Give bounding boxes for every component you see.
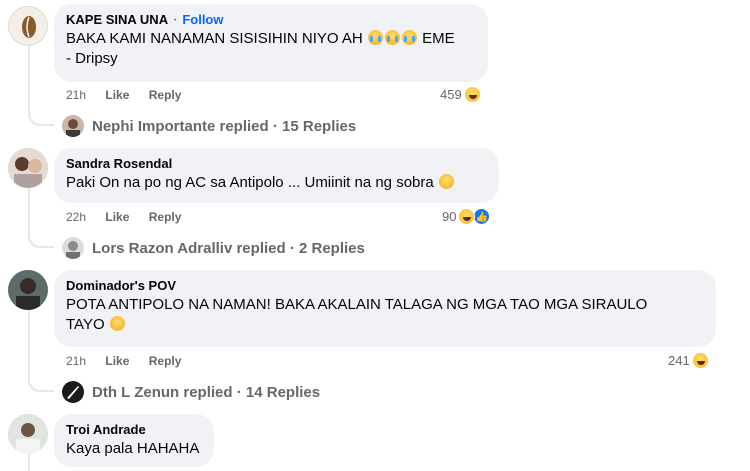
comment-actions: 21h Like Reply [66,354,197,368]
reply-summary: Lors Razon Adralliv replied · 2 Replies [92,239,365,257]
thread-line [28,452,30,471]
thread-line [28,40,30,116]
comment-text: BAKA KAMI NANAMAN SISISIHIN NIYO AH EME [66,29,476,49]
hot-face-emoji-icon [438,174,454,189]
view-replies-link[interactable]: Nephi Importante replied · 15 Replies [62,115,356,137]
reaction-count: 241 [668,353,690,368]
thread-curve [28,378,54,392]
reaction-summary[interactable]: 90 👍 [442,208,491,225]
comment-text-part: TAYO [66,316,105,333]
comment-bubble: Sandra Rosendal Paki On na po ng AC sa A… [54,148,499,203]
crying-emoji-icon [384,30,400,45]
comment-text-part: Paki On na po ng AC sa Antipolo ... Umii… [66,174,434,191]
comment-text: Kaya pala HAHAHA [66,440,200,457]
reaction-summary[interactable]: 459 [440,86,481,103]
reply-button[interactable]: Reply [149,88,182,102]
comment-author[interactable]: Dominador's POV [66,277,704,295]
thread-line [28,184,30,238]
thread-curve [28,112,54,126]
thread-curve [28,234,54,248]
avatar [62,381,84,403]
comment-text-line: TAYO [66,315,704,335]
avatar [62,115,84,137]
view-replies-link[interactable]: Lors Razon Adralliv replied · 2 Replies [62,237,365,259]
avatar [62,237,84,259]
comment-actions: 22h Like Reply [66,210,197,224]
grinning-emoji-icon [109,316,125,331]
crying-emoji-icon [367,30,383,45]
comment-text: Paki On na po ng AC sa Antipolo ... Umii… [66,173,487,193]
comment-bubble: KAPE SINA UNA · Follow BAKA KAMI NANAMAN… [54,4,488,82]
haha-reaction-icon [691,352,709,369]
comment-author[interactable]: Sandra Rosendal [66,155,487,173]
like-button[interactable]: Like [105,354,129,368]
reply-summary: Dth L Zenun replied · 14 Replies [92,383,321,401]
reaction-summary[interactable]: 241 [668,352,709,369]
comment-author[interactable]: Troi Andrade [66,421,202,439]
comment-time[interactable]: 21h [66,354,86,368]
follow-button[interactable]: Follow [182,12,223,27]
comment-time[interactable]: 22h [66,210,86,224]
comment-text-part: BAKA KAMI NANAMAN SISISIHIN NIYO AH [66,30,367,47]
reaction-count: 459 [440,87,462,102]
reply-button[interactable]: Reply [149,210,182,224]
like-button[interactable]: Like [105,88,129,102]
avatar[interactable] [8,148,48,188]
comment-time[interactable]: 21h [66,88,86,102]
reply-summary: Nephi Importante replied · 15 Replies [92,117,357,135]
thread-line [28,308,30,382]
comment-bubble: Troi Andrade Kaya pala HAHAHA [54,414,214,467]
view-replies-link[interactable]: Dth L Zenun replied · 14 Replies [62,381,320,403]
comment-bubble: Dominador's POV POTA ANTIPOLO NA NAMAN! … [54,270,716,347]
haha-reaction-icon [463,86,481,103]
comment-text: POTA ANTIPOLO NA NAMAN! BAKA AKALAIN TAL… [66,296,648,313]
reaction-count: 90 [442,209,457,224]
like-button[interactable]: Like [105,210,129,224]
avatar[interactable] [8,270,48,310]
comment-text-part: EME [417,30,455,47]
separator-dot: · [172,11,183,28]
comment-author[interactable]: KAPE SINA UNA [66,12,168,27]
avatar[interactable] [8,414,48,454]
comment-actions: 21h Like Reply [66,88,197,102]
reply-button[interactable]: Reply [149,354,182,368]
crying-emoji-icon [401,30,417,45]
avatar[interactable] [8,6,48,46]
comment-text-line: - Dripsy [66,50,118,67]
like-reaction-icon: 👍 [473,208,491,225]
haha-reaction-icon [458,208,476,225]
